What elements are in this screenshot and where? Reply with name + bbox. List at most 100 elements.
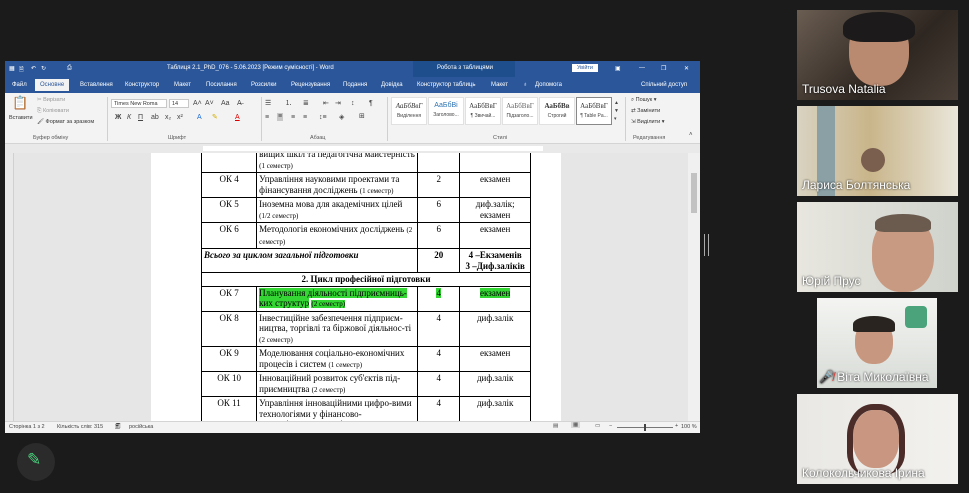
help-search[interactable]: Допомога [535, 82, 562, 88]
course-title-cell[interactable]: Управління науковими проектами та фінанс… [256, 172, 418, 198]
find-button[interactable]: ⌕ Пошук ▾ [631, 97, 657, 104]
control-form-cell[interactable]: екзамен [459, 346, 531, 372]
cut-button[interactable]: ✂ Вирізати [37, 97, 65, 103]
bullets-icon[interactable]: ☰ [265, 100, 271, 108]
format-painter-button[interactable]: 🖌 Формат за зразком [37, 119, 94, 125]
total-label-cell[interactable]: Всього за циклом загальної підготовки [201, 248, 418, 273]
participant-tile[interactable]: 🎤̸ Віта Миколаївна [797, 298, 958, 388]
word-count[interactable]: Кількість слів: 315 [57, 424, 103, 430]
read-mode-icon[interactable]: ▤ [553, 423, 558, 429]
style-strong[interactable]: АаБбВв Строгий [539, 97, 575, 125]
superscript-icon[interactable]: x² [177, 114, 183, 122]
participant-tile[interactable]: Колокольчикова Ірина [797, 394, 958, 484]
tab-review[interactable]: Рецензування [291, 82, 330, 88]
undo-icon[interactable]: ↶ [31, 65, 36, 72]
underline-icon[interactable]: П [138, 114, 143, 122]
vertical-ruler[interactable] [5, 153, 14, 421]
language-indicator[interactable]: російська [129, 424, 153, 430]
control-form-cell[interactable]: екзамен [459, 172, 531, 198]
shrink-font-icon[interactable]: A˅ [205, 100, 214, 108]
credits-cell[interactable]: 6 [416, 222, 461, 249]
multilevel-list-icon[interactable]: ≣ [303, 100, 309, 108]
replace-button[interactable]: ⇄ Замінити [631, 108, 660, 114]
align-right-icon[interactable]: ≡ [291, 114, 295, 122]
tab-help[interactable]: Довідка [381, 82, 403, 88]
minimize-icon[interactable]: — [639, 65, 645, 71]
align-left-icon[interactable]: ≡ [265, 114, 269, 122]
tab-table-layout[interactable]: Макет [491, 82, 508, 88]
style-subtitle[interactable]: АаБбВвГ Підзаголо... [502, 97, 538, 125]
subscript-icon[interactable]: x₂ [165, 114, 171, 122]
strikethrough-icon[interactable]: ab [151, 114, 159, 122]
course-code-cell[interactable]: ОК 11 [200, 396, 258, 421]
splitter-handle[interactable] [704, 234, 709, 256]
print-layout-icon[interactable]: ▦ [571, 422, 581, 428]
course-code-cell[interactable]: ОК 8 [200, 310, 258, 347]
share-button[interactable]: Спільний доступ [641, 82, 687, 88]
tab-layout[interactable]: Макет [174, 82, 191, 88]
course-title-cell[interactable]: Іноземна мова для академічних цілей (1/2… [256, 197, 418, 223]
style-table-paragraph[interactable]: АаБбВвГ ¶ Table Pa... [576, 97, 612, 125]
zoom-level[interactable]: 100 % [681, 424, 697, 430]
redo-icon[interactable]: ↻ [41, 65, 46, 72]
control-form-cell[interactable]: екзамен [459, 222, 531, 249]
course-title-cell[interactable]: вищих шкіл та педагогічна майстерність (… [256, 153, 418, 173]
align-center-icon[interactable]: ≡ [277, 113, 284, 121]
tab-file[interactable]: Файл [12, 82, 27, 88]
scrollbar-thumb[interactable] [691, 173, 697, 213]
ribbon-options-icon[interactable]: ▣ [615, 65, 621, 72]
collapse-ribbon-icon[interactable]: ˄ [689, 131, 693, 139]
shading-icon[interactable]: ◈ [339, 114, 344, 122]
course-title-cell[interactable]: Планування діяльності підприємниць-ких с… [256, 285, 418, 312]
decrease-indent-icon[interactable]: ⇤ [323, 100, 329, 108]
style-heading[interactable]: АаБбВі Заголово... [428, 97, 464, 125]
tab-design[interactable]: Конструктор [125, 82, 159, 88]
course-code-cell[interactable]: ОК 10 [200, 371, 258, 397]
zoom-in-icon[interactable]: + [675, 423, 678, 429]
credits-cell[interactable]: 4 [416, 310, 461, 347]
font-size-box[interactable]: 14 [169, 99, 189, 108]
document-page[interactable]: вищих шкіл та педагогічна майстерність (… [151, 153, 561, 421]
course-code-cell[interactable]: ОК 9 [200, 346, 258, 372]
zoom-out-icon[interactable]: − [609, 423, 612, 429]
credits-cell[interactable]: 2 [416, 172, 461, 198]
highlight-color-icon[interactable]: ✎ [212, 114, 218, 122]
curriculum-table[interactable]: вищих шкіл та педагогічна майстерність (… [200, 153, 531, 421]
bold-icon[interactable]: Ж [115, 114, 121, 122]
course-title-cell[interactable]: Управління інноваційними цифро-вими техн… [256, 396, 418, 421]
tab-mailings[interactable]: Розсилки [251, 82, 277, 88]
course-code-cell[interactable] [200, 153, 258, 173]
maximize-icon[interactable]: ❐ [661, 65, 666, 72]
web-layout-icon[interactable]: ▭ [595, 423, 600, 429]
participant-tile[interactable]: Юрій Прус [797, 202, 958, 292]
total-control-cell[interactable]: 4 –Екзаменів 3 –Диф.заліків [459, 248, 531, 273]
autosave-icon[interactable]: 🗎 [19, 65, 24, 75]
line-spacing-icon[interactable]: ↕≡ [319, 114, 327, 122]
credits-cell[interactable]: 4 [416, 371, 461, 397]
control-form-cell[interactable] [459, 153, 531, 173]
control-form-cell[interactable]: диф.залік; екзамен [459, 197, 531, 223]
course-title-cell[interactable]: Інвестиційне забезпечення підприєм-ництв… [256, 310, 418, 347]
course-code-cell[interactable]: ОК 7 [200, 285, 258, 312]
credits-cell[interactable]: 4 [416, 396, 461, 421]
tab-table-design[interactable]: Конструктор таблиць [417, 82, 475, 88]
section-heading-cell[interactable]: 2. Цикл професійної підготовки [201, 272, 531, 287]
participant-tile[interactable]: Trusova Natalia [797, 10, 958, 100]
sort-icon[interactable]: ↕ [351, 100, 355, 108]
total-credits-cell[interactable]: 20 [416, 248, 461, 273]
control-form-cell[interactable]: диф.залік [459, 371, 531, 397]
copy-button[interactable]: ⎘ Копіювати [37, 108, 69, 115]
increase-indent-icon[interactable]: ⇥ [335, 100, 341, 108]
page-count[interactable]: Сторінка 1 з 2 [9, 424, 45, 430]
proofing-icon[interactable]: 🗐 [115, 423, 121, 432]
course-code-cell[interactable]: ОК 4 [200, 172, 258, 198]
borders-icon[interactable]: ⊞ [359, 113, 365, 121]
credits-cell[interactable] [416, 153, 461, 173]
close-icon[interactable]: ✕ [684, 65, 689, 72]
course-code-cell[interactable]: ОК 6 [200, 222, 258, 249]
credits-cell[interactable]: 4 [416, 346, 461, 372]
font-color-icon[interactable]: A [235, 114, 240, 122]
vertical-scrollbar[interactable] [688, 153, 700, 421]
font-name-box[interactable]: Times New Roma [111, 99, 167, 108]
select-button[interactable]: ⇲ Виділити ▾ [631, 119, 664, 125]
